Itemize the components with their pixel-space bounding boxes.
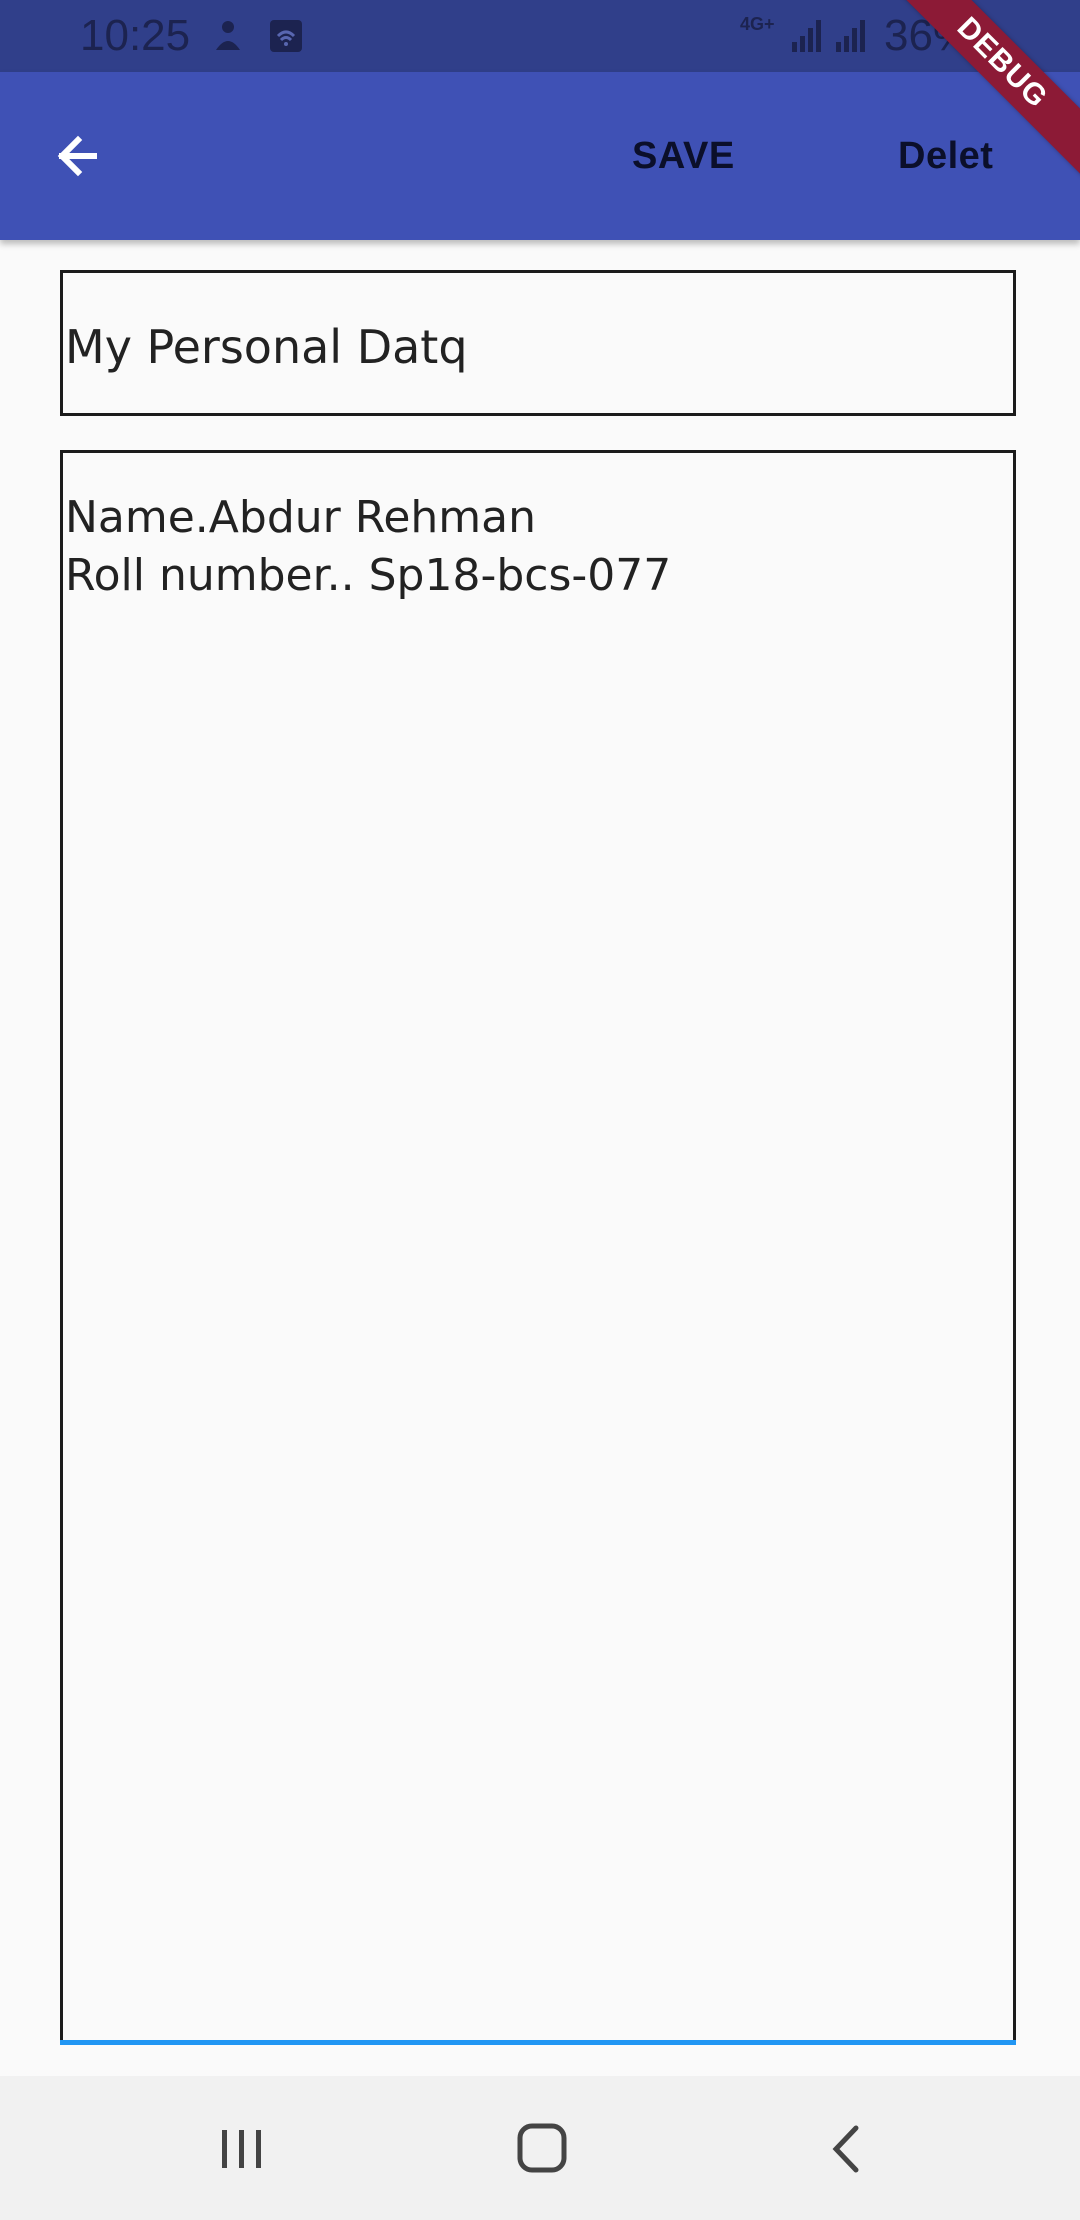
arrow-left-icon [57,135,97,177]
network-type: 4G+ [740,14,775,34]
title-text: My Personal Datq [65,320,468,374]
app-bar: SAVE Delet [0,72,1080,240]
person-icon [210,18,246,54]
navigation-bar [0,2076,1080,2220]
save-button[interactable]: SAVE [632,132,735,180]
status-time: 10:25 [80,11,191,60]
signal-icon [790,18,826,54]
signal-icon [834,18,870,54]
wifi-calling-icon [268,18,304,54]
recent-apps-icon[interactable] [196,2114,286,2184]
content-input[interactable]: Name.Abdur Rehman Roll number.. Sp18-bcs… [60,450,1016,2044]
back-button[interactable] [40,118,124,194]
title-input[interactable]: My Personal Datq [60,270,1016,416]
focus-underline [60,2040,1016,2045]
content-line-roll: Roll number.. Sp18-bcs-077 [65,550,672,601]
home-icon[interactable] [498,2114,588,2184]
back-icon[interactable] [800,2114,890,2184]
delete-button[interactable]: Delet [898,132,993,180]
content-line-name: Name.Abdur Rehman [65,492,536,543]
